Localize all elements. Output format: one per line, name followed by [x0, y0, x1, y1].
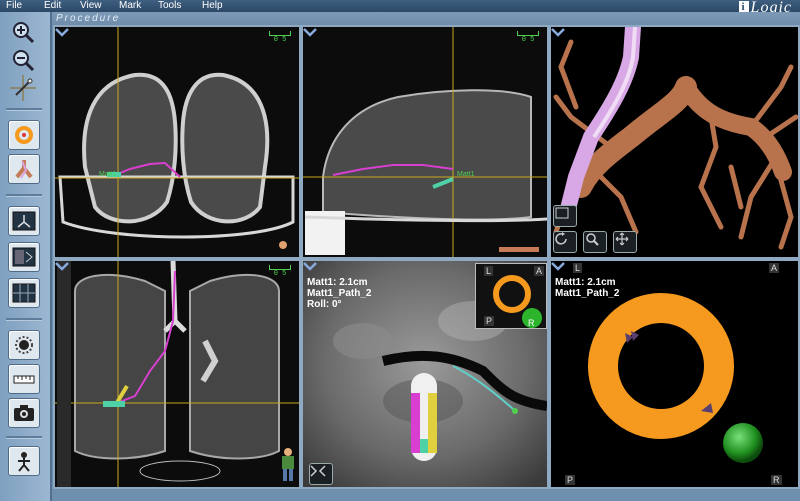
path-name: Matt1_Path_2 [307, 288, 372, 299]
menu-bar: File Edit View Mark Tools Help [0, 0, 800, 12]
pan-button[interactable] [613, 231, 637, 253]
target-label: Matt1 [457, 171, 475, 178]
pan-icon [615, 232, 629, 246]
menu-help[interactable]: Help [202, 0, 223, 12]
target-view[interactable]: L A P R Matt1: 2.1cm Matt1_Path_2 [549, 259, 800, 489]
toolbar-divider [6, 436, 42, 439]
orientation-right: R [771, 475, 782, 485]
menu-tools[interactable]: Tools [158, 0, 181, 12]
ruler-icon [13, 375, 35, 384]
sagittal-view[interactable]: 0 5 Matt1 [301, 25, 549, 259]
scale-bar: 0 5 [269, 31, 291, 44]
layout-3d-icon [12, 247, 36, 267]
scale-bar: 0 5 [517, 31, 539, 44]
layout-single-button[interactable] [8, 206, 40, 236]
chevron-down-icon[interactable] [303, 27, 317, 37]
frame-icon [555, 207, 569, 219]
mini-target-view: L A P R [475, 263, 547, 329]
camera-icon [14, 405, 34, 421]
page-title: Procedure [56, 13, 121, 24]
zoom-icon [586, 233, 599, 246]
brightness-icon [15, 336, 33, 354]
toolbar-divider [6, 194, 42, 197]
zoom-out-icon [13, 50, 35, 72]
layout-grid-button[interactable] [8, 278, 40, 308]
coronal-view[interactable]: 0 5 [53, 259, 301, 489]
orientation-anterior: A [769, 263, 780, 273]
crosshair-icon [10, 75, 36, 101]
axial-image [55, 27, 299, 257]
coronal-image [55, 261, 299, 487]
layout-3d-button[interactable] [8, 242, 40, 272]
left-toolbar [0, 12, 52, 501]
menu-file[interactable]: File [6, 0, 22, 12]
scale-bar: 0 5 [269, 265, 291, 278]
menu-view[interactable]: View [80, 0, 102, 12]
zoom-in-button[interactable] [8, 18, 38, 46]
zoom-3d-button[interactable] [583, 231, 607, 253]
target-distance: Matt1: 2.1cm [307, 277, 368, 288]
target-info: Matt1: 2.1cm Matt1_Path_2 [555, 277, 619, 299]
zoom-out-button[interactable] [8, 46, 38, 74]
endoscopic-view[interactable]: Matt1: 2.1cm Matt1_Path_2 Roll: 0° L A P… [301, 259, 549, 489]
roll-value: Roll: 0° [307, 299, 342, 310]
airway-3d-image [551, 27, 798, 257]
orientation-posterior: P [565, 475, 576, 485]
chevron-down-icon[interactable] [303, 261, 317, 271]
layout-single-icon [12, 211, 36, 231]
menu-mark[interactable]: Mark [119, 0, 141, 12]
patient-orientation-icon [282, 448, 294, 481]
person-icon [18, 452, 30, 472]
orientation-left: L [573, 263, 583, 273]
patient-button[interactable] [8, 446, 40, 476]
sagittal-image [303, 27, 547, 257]
collapse-view-button[interactable] [309, 463, 333, 485]
airway-icon [15, 160, 33, 179]
collapse-icon [310, 465, 326, 477]
snapshot-button[interactable] [553, 205, 577, 227]
rotate-button[interactable] [553, 231, 577, 253]
chevron-down-icon[interactable] [551, 261, 565, 271]
chevron-down-icon[interactable] [55, 27, 69, 37]
brightness-button[interactable] [8, 330, 40, 360]
crosshair-button[interactable] [8, 74, 38, 102]
endoscopic-info: Matt1: 2.1cm Matt1_Path_2 Roll: 0° [307, 277, 371, 310]
toolbar-divider [6, 318, 42, 321]
rotate-icon [555, 232, 567, 245]
menu-edit[interactable]: Edit [44, 0, 61, 12]
airway-button[interactable] [8, 154, 40, 184]
procedure-title-bar: Procedure [52, 12, 800, 26]
toolbar-divider [6, 108, 42, 111]
target-label: Matt1 [99, 171, 117, 178]
layout-grid-icon [12, 283, 36, 303]
path-name: Matt1_Path_2 [555, 288, 620, 299]
axial-view[interactable]: 0 5 Matt1 [53, 25, 301, 259]
chevron-down-icon[interactable] [551, 27, 565, 37]
target-distance: Matt1: 2.1cm [555, 277, 616, 288]
target-ring-icon [15, 126, 33, 144]
airway-3d-view[interactable] [549, 25, 800, 259]
target-ring-button[interactable] [8, 120, 40, 150]
chevron-down-icon[interactable] [55, 261, 69, 271]
camera-button[interactable] [8, 398, 40, 428]
ruler-button[interactable] [8, 364, 40, 394]
zoom-in-icon [13, 22, 35, 44]
